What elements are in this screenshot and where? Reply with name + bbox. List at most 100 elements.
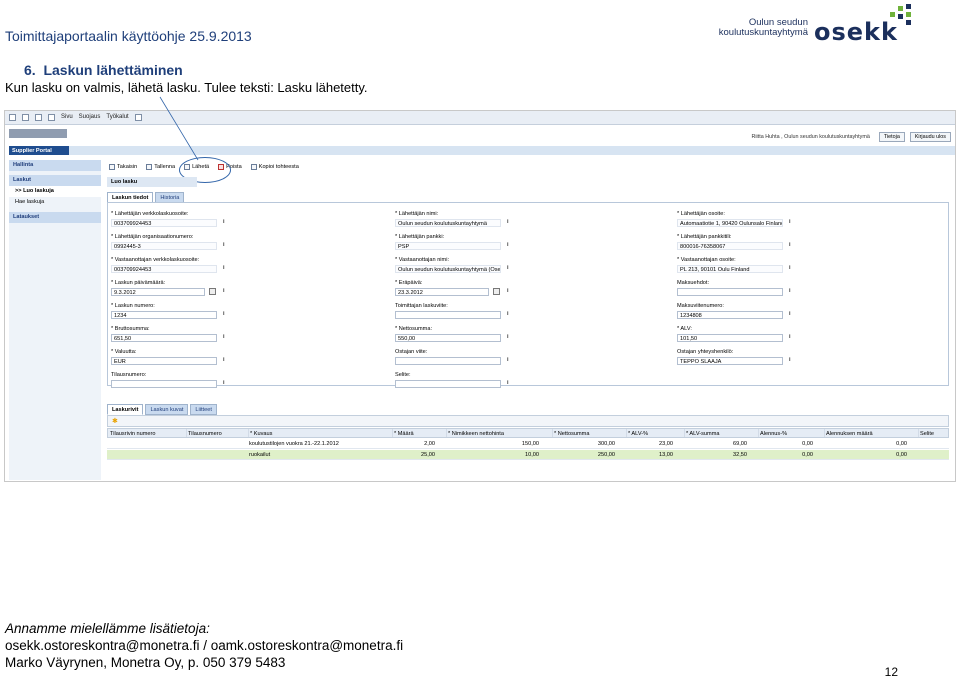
form-toolbar: Takaisin Tallenna Lähetä Poista Kopioi t… — [107, 161, 949, 173]
help-icon[interactable] — [134, 114, 142, 121]
form-field: * ALV: 101,50 i — [677, 326, 791, 342]
field-input[interactable]: 550,00 — [395, 334, 501, 342]
info-icon[interactable]: i — [789, 311, 791, 317]
user-info: Riitta Huhta , Oulun seudun koulutuskunt… — [751, 134, 870, 140]
info-icon[interactable]: i — [507, 380, 509, 386]
info-icon[interactable]: i — [789, 288, 791, 294]
field-label: * Vastaanottajan osoite: — [677, 257, 736, 263]
table-cell: 69,00 — [733, 440, 747, 447]
user-bar: Riitta Huhta , Oulun seudun koulutuskunt… — [751, 132, 951, 143]
field-label: * Eräpäivä: — [395, 280, 423, 286]
grid-column-header[interactable]: Alennus-% — [760, 431, 822, 437]
table-cell: 0,00 — [896, 440, 907, 447]
field-input[interactable]: 23.3.2012 — [395, 288, 489, 296]
field-label: * ALV: — [677, 326, 692, 332]
browser-menu-safety[interactable]: Suojaus — [79, 114, 101, 121]
info-icon[interactable]: i — [223, 219, 225, 225]
grid-column-header[interactable]: * ALV-% — [628, 431, 682, 437]
back-icon — [109, 163, 115, 170]
calendar-icon[interactable] — [493, 288, 500, 295]
logo-wordmark: osekk — [814, 18, 898, 46]
tab-attachments[interactable]: Liitteet — [190, 404, 217, 416]
info-icon[interactable]: i — [507, 311, 509, 317]
info-icon[interactable]: i — [223, 265, 225, 271]
sidebar-item-search-invoices[interactable]: Hae laskuja — [9, 197, 101, 208]
field-label: * Bruttosumma: — [111, 326, 150, 332]
grid-column-header[interactable]: Tilausrivin numero — [110, 431, 186, 437]
info-icon[interactable]: i — [789, 242, 791, 248]
table-cell: koulutustilojen vuokra 21.-22.1.2012 — [249, 440, 339, 447]
field-input[interactable] — [395, 357, 501, 365]
calendar-icon[interactable] — [209, 288, 216, 295]
copy-from-button[interactable]: Kopioi tohteesta — [250, 164, 299, 170]
logout-button[interactable]: Kirjaudu ulos — [909, 132, 951, 143]
browser-menu-tools[interactable]: Työkalut — [106, 114, 128, 121]
grid-column-header[interactable]: * Nimikkeen nettohinta — [448, 431, 548, 437]
back-button[interactable]: Takaisin — [109, 164, 137, 170]
field-label: Maksuviitenumero: — [677, 303, 724, 309]
logo-square-icon — [906, 12, 911, 17]
form-field: * Laskun päivämäärä: 9.3.2012 i — [111, 280, 225, 296]
field-input[interactable]: 651,50 — [111, 334, 217, 342]
info-button[interactable]: Tietoja — [878, 132, 905, 143]
info-icon[interactable]: i — [223, 357, 225, 363]
info-icon[interactable]: i — [789, 357, 791, 363]
field-label: Maksuehdot: — [677, 280, 710, 286]
info-icon[interactable]: i — [223, 288, 225, 294]
sidebar-item-hallinta[interactable]: Hallinta — [9, 160, 101, 171]
info-icon[interactable]: i — [223, 334, 225, 340]
add-row-icon[interactable]: ✱ — [112, 417, 118, 426]
field-input[interactable] — [395, 311, 501, 319]
sidebar-item-downloads[interactable]: Lataukset — [9, 212, 101, 223]
table-row[interactable]: koulutustilojen vuokra 21.-22.1.2012 2,00… — [107, 439, 949, 449]
field-input[interactable] — [395, 380, 501, 388]
logo-square-icon — [906, 4, 911, 9]
grid-column-header[interactable]: * ALV-summa — [686, 431, 756, 437]
feeds-icon[interactable] — [22, 114, 29, 121]
tab-invoice-lines[interactable]: Laskurivit — [107, 404, 144, 416]
table-cell: 32,50 — [733, 451, 747, 458]
info-icon[interactable]: i — [789, 265, 791, 271]
logo-square-icon — [898, 6, 903, 11]
info-icon[interactable]: i — [507, 242, 509, 248]
browser-menu-page[interactable]: Sivu — [61, 114, 73, 121]
mail-icon[interactable] — [35, 114, 42, 121]
print-icon[interactable] — [48, 114, 55, 121]
grid-column-header[interactable]: Tilausnumero — [188, 431, 248, 437]
field-input[interactable]: TEPPO SLAAJA — [677, 357, 783, 365]
field-input: Oulun seudun koulutuskuntayhtymä — [395, 219, 501, 227]
info-icon[interactable]: i — [223, 242, 225, 248]
field-input[interactable]: 101,50 — [677, 334, 783, 342]
logo-organization-name: Oulun seudun koulutuskuntayhtymä — [704, 18, 808, 38]
field-input[interactable] — [677, 288, 783, 296]
table-cell: 2,00 — [424, 440, 435, 447]
info-icon[interactable]: i — [223, 311, 225, 317]
grid-column-header[interactable]: * Nettosumma — [554, 431, 624, 437]
field-input[interactable] — [111, 380, 217, 388]
info-icon[interactable]: i — [507, 288, 509, 294]
form-field: * Lähettäjän pankkitili: 800016-76358067 i — [677, 234, 791, 250]
grid-column-header[interactable]: Alennuksen määrä — [826, 431, 916, 437]
field-input[interactable]: 1234 — [111, 311, 217, 319]
sidebar-item-create-invoice[interactable]: >> Luo laskuja — [9, 186, 101, 197]
field-input[interactable]: EUR — [111, 357, 217, 365]
info-icon[interactable]: i — [789, 219, 791, 225]
table-cell: 250,00 — [597, 451, 615, 458]
sidebar-item-laskut[interactable]: Laskut — [9, 175, 101, 186]
home-icon[interactable] — [9, 114, 16, 121]
info-icon[interactable]: i — [507, 219, 509, 225]
info-icon[interactable]: i — [507, 357, 509, 363]
tab-invoice-images[interactable]: Laskun kuvat — [145, 404, 189, 416]
field-label: Toimittajan laskuviite: — [395, 303, 448, 309]
field-input[interactable]: 9.3.2012 — [111, 288, 205, 296]
grid-column-header[interactable]: Selite — [920, 431, 950, 437]
info-icon[interactable]: i — [507, 265, 509, 271]
info-icon[interactable]: i — [507, 334, 509, 340]
field-input[interactable]: 1234808 — [677, 311, 783, 319]
info-icon[interactable]: i — [223, 380, 225, 386]
grid-column-header[interactable]: * Määrä — [394, 431, 444, 437]
table-row[interactable]: ruokailut 25,00 10,00 250,00 13,00 32,50 0,00 0… — [107, 450, 949, 460]
save-button[interactable]: Tallenna — [146, 164, 175, 170]
grid-column-header[interactable]: * Kuvaus — [250, 431, 392, 437]
info-icon[interactable]: i — [789, 334, 791, 340]
